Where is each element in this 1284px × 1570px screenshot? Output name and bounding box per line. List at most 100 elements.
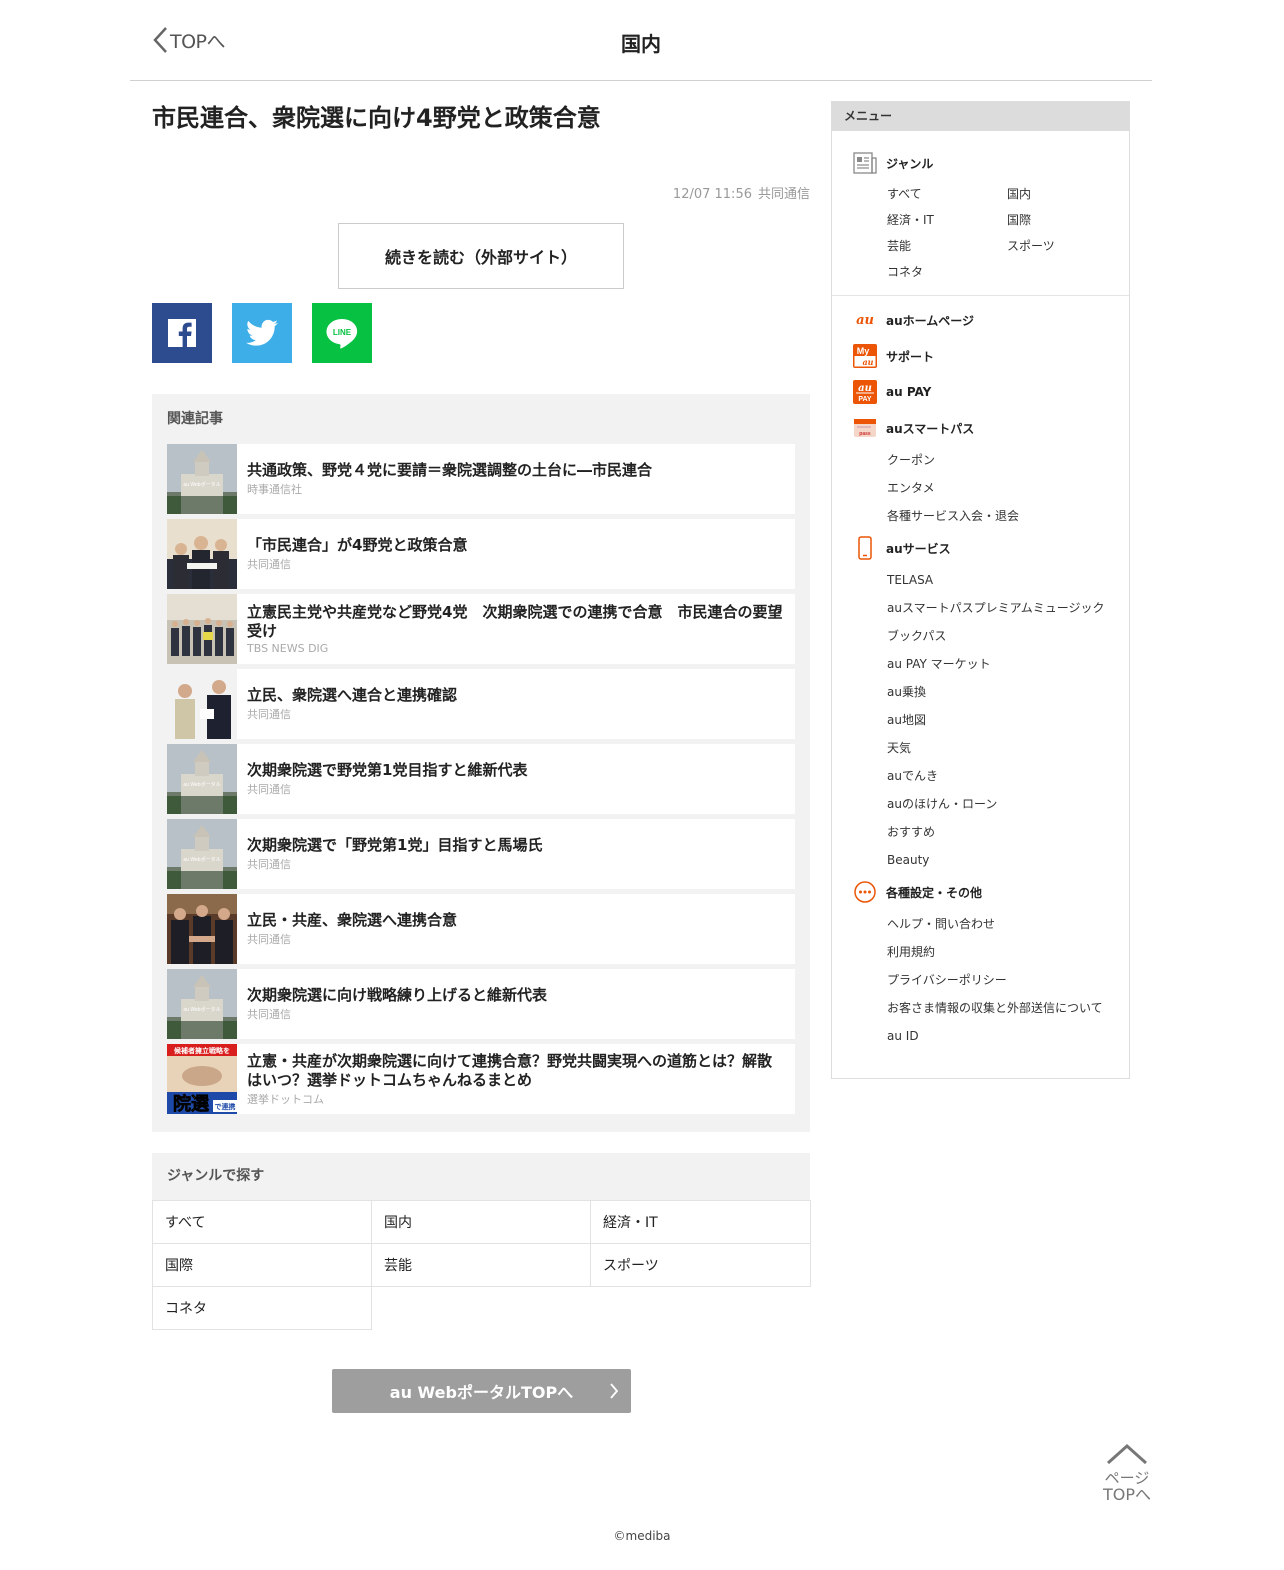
related-article-text: 次期衆院選で野党第1党目指すと維新代表 共同通信 bbox=[237, 744, 795, 814]
related-article-item[interactable]: 立民・共産、衆院選へ連携合意 共同通信 bbox=[167, 894, 795, 964]
chevron-right-icon bbox=[610, 1383, 619, 1399]
link-help[interactable]: ヘルプ・問い合わせ bbox=[887, 910, 1129, 938]
link-privacy[interactable]: プライバシーポリシー bbox=[887, 966, 1129, 994]
au-logo-text: au bbox=[856, 313, 874, 327]
related-article-source: 選挙ドットコム bbox=[247, 1092, 324, 1106]
related-article-title: 共通政策、野党４党に要請＝衆院選調整の土台に―市民連合 bbox=[247, 461, 653, 479]
twitter-share-button[interactable] bbox=[232, 303, 292, 363]
sidebar-settings-title: 各種設定・その他 bbox=[852, 874, 1129, 910]
thumb-overlay-text: au Webポータル bbox=[183, 1006, 220, 1013]
article-date: 12/07 11:56 bbox=[672, 187, 752, 202]
related-article-source: 共同通信 bbox=[247, 1008, 291, 1021]
portal-top-button[interactable]: au WebポータルTOPへ bbox=[332, 1369, 631, 1413]
related-article-title: 立憲・共産が次期衆院選に向けて連携合意？野党共闘実現への道筋とは？解散はいつ？選… bbox=[247, 1051, 773, 1089]
sidebar-genre-domestic[interactable]: 国内 bbox=[1007, 181, 1127, 207]
sidebar-genre-international[interactable]: 国際 bbox=[1007, 207, 1127, 233]
more-dots-icon bbox=[852, 879, 878, 905]
related-article-title: 次期衆院選で「野党第1党」目指すと馬場氏 bbox=[247, 836, 543, 854]
article-source: 共同通信 bbox=[757, 187, 810, 202]
line-icon: LINE bbox=[326, 319, 358, 349]
related-article-item[interactable]: 立民、衆院選へ連合と連携確認 共同通信 bbox=[167, 669, 795, 739]
read-more-button[interactable]: 続きを読む（外部サイト） bbox=[338, 223, 624, 289]
link-weather[interactable]: 天気 bbox=[887, 734, 1129, 762]
portal-top-label: au WebポータルTOPへ bbox=[389, 1383, 574, 1402]
sidebar-link-smartpass[interactable]: pass auスマートパス bbox=[852, 410, 1129, 446]
related-article-item[interactable]: au Webポータル 次期衆院選で「野党第1党」目指すと馬場氏 共同通信 bbox=[167, 819, 795, 889]
related-article-item[interactable]: au Webポータル 共通政策、野党４党に要請＝衆院選調整の土台に―市民連合時事通… bbox=[167, 444, 795, 514]
link-data-collection[interactable]: お客さま情報の収集と外部送信について bbox=[887, 994, 1129, 1022]
sidebar-link-support[interactable]: My au サポート bbox=[852, 338, 1129, 374]
genre-title-label: ジャンル bbox=[886, 156, 934, 171]
related-article-thumbnail: au Webポータル bbox=[167, 444, 237, 514]
my-au-text: My bbox=[857, 346, 870, 356]
related-article-item[interactable]: au Webポータル 次期衆院選に向け戦略練り上げると維新代表 共同通信 bbox=[167, 969, 795, 1039]
link-au-denki[interactable]: auでんき bbox=[887, 762, 1129, 790]
au-services-links: TELASA auスマートパスプレミアムミュージック ブックパス au PAY … bbox=[852, 566, 1129, 874]
link-au-id[interactable]: au ID bbox=[887, 1022, 1129, 1050]
genre-grid: すべて 国内 経済・IT 国際 芸能 スポーツ コネタ bbox=[152, 1200, 811, 1330]
genre-cell-international[interactable]: 国際 bbox=[152, 1243, 372, 1287]
related-article-item[interactable]: 「市民連合」が4野党と政策合意 共同通信 bbox=[167, 519, 795, 589]
genre-cell-sports[interactable]: スポーツ bbox=[590, 1243, 811, 1287]
related-article-source: 共同通信 bbox=[247, 858, 291, 871]
link-smartpass-premium-music[interactable]: auスマートパスプレミアムミュージック bbox=[887, 594, 1129, 622]
my-au-icon: My au bbox=[852, 343, 878, 369]
related-article-text: 立憲民主党や共産党など野党4党 次期衆院選での連携で合意 市民連合の要望受け TB… bbox=[237, 594, 795, 664]
facebook-share-button[interactable] bbox=[152, 303, 212, 363]
page-top-button[interactable]: ページ TOPへ bbox=[1100, 1442, 1154, 1504]
related-article-thumbnail: 候補者擁立戦略を 院選 で連携 bbox=[167, 1044, 237, 1114]
sidebar-genre-entertainment[interactable]: 芸能 bbox=[887, 233, 1007, 259]
sidebar-genre-list: すべて 国内 経済・IT 国際 芸能 スポーツ コネタ bbox=[852, 181, 1129, 285]
related-article-title: 立憲民主党や共産党など野党4党 次期衆院選での連携で合意 市民連合の要望受け bbox=[247, 603, 783, 640]
sidebar-services-section: au auホームページ My au サポート au PAY au PAY pass … bbox=[832, 296, 1129, 1060]
link-beauty[interactable]: Beauty bbox=[887, 846, 1129, 874]
related-article-item[interactable]: 候補者擁立戦略を 院選 で連携 立憲・共産が次期衆院選に向けて連携合意？野党共闘実現へ… bbox=[167, 1044, 795, 1114]
link-bookpass[interactable]: ブックパス bbox=[887, 622, 1129, 650]
sidebar-link-homepage[interactable]: au auホームページ bbox=[852, 302, 1129, 338]
related-article-text: 立憲・共産が次期衆院選に向けて連携合意？野党共闘実現への道筋とは？解散はいつ？選… bbox=[237, 1044, 795, 1114]
related-article-text: 「市民連合」が4野党と政策合意 共同通信 bbox=[237, 519, 795, 589]
line-share-button[interactable]: LINE bbox=[312, 303, 372, 363]
link-service-join[interactable]: 各種サービス入会・退会 bbox=[887, 502, 1129, 530]
link-au-transit[interactable]: au乗換 bbox=[887, 678, 1129, 706]
article-meta: 12/07 11:56 共同通信 bbox=[673, 183, 810, 202]
related-article-item[interactable]: 立憲民主党や共産党など野党4党 次期衆院選での連携で合意 市民連合の要望受け TB… bbox=[167, 594, 795, 664]
related-article-item[interactable]: au Webポータル 次期衆院選で野党第1党目指すと維新代表 共同通信 bbox=[167, 744, 795, 814]
sidebar-genre-sports[interactable]: スポーツ bbox=[1007, 233, 1127, 259]
related-article-text: 立民・共産、衆院選へ連携合意 共同通信 bbox=[237, 894, 795, 964]
sidebar-genre-economy[interactable]: 経済・IT bbox=[887, 207, 1007, 233]
related-article-source: 時事通信社 bbox=[247, 483, 302, 496]
link-terms[interactable]: 利用規約 bbox=[887, 938, 1129, 966]
related-articles: 関連記事 au Webポータル 共通政策、野党４党に要請＝衆院選調整の土台に―市民… bbox=[152, 394, 810, 1132]
link-coupon[interactable]: クーポン bbox=[887, 446, 1129, 474]
link-telasa[interactable]: TELASA bbox=[887, 566, 1129, 594]
sidebar-link-aupay[interactable]: au PAY au PAY bbox=[852, 374, 1129, 410]
link-entame[interactable]: エンタメ bbox=[887, 474, 1129, 502]
genre-cell-koneta[interactable]: コネタ bbox=[152, 1286, 372, 1330]
settings-links: ヘルプ・問い合わせ 利用規約 プライバシーポリシー お客さま情報の収集と外部送信… bbox=[852, 910, 1129, 1050]
sidebar-genre-koneta[interactable]: コネタ bbox=[887, 259, 1007, 285]
related-article-thumbnail bbox=[167, 669, 237, 739]
link-aupay-market[interactable]: au PAY マーケット bbox=[887, 650, 1129, 678]
related-article-text: 次期衆院選で「野党第1党」目指すと馬場氏共同通信 bbox=[237, 819, 795, 889]
sidebar-genre-section: ジャンル すべて 国内 経済・IT 国際 芸能 スポーツ コネタ bbox=[832, 131, 1129, 295]
aupay-label: au PAY bbox=[886, 385, 932, 399]
support-label: サポート bbox=[886, 349, 935, 364]
homepage-label: auホームページ bbox=[886, 313, 975, 328]
genre-cell-domestic[interactable]: 国内 bbox=[371, 1200, 591, 1244]
thumb-senkyo-tag: で連携 bbox=[215, 1102, 236, 1111]
link-au-map[interactable]: au地図 bbox=[887, 706, 1129, 734]
genre-cell-all[interactable]: すべて bbox=[152, 1200, 372, 1244]
link-recommend[interactable]: おすすめ bbox=[887, 818, 1129, 846]
related-article-title: 立民・共産、衆院選へ連携合意 bbox=[247, 911, 458, 929]
sidebar-genre-all[interactable]: すべて bbox=[887, 181, 1007, 207]
genre-heading: ジャンルで探す bbox=[152, 1153, 810, 1200]
article-title: 市民連合、衆院選に向け4野党と政策合意 bbox=[152, 104, 601, 132]
related-list: au Webポータル 共通政策、野党４党に要請＝衆院選調整の土台に―市民連合 時事通… bbox=[167, 444, 795, 1114]
link-au-insurance-loan[interactable]: auのほけん・ローン bbox=[887, 790, 1129, 818]
genre-cell-economy[interactable]: 経済・IT bbox=[590, 1200, 811, 1244]
settings-label: 各種設定・その他 bbox=[886, 885, 983, 900]
genre-cell-entertainment[interactable]: 芸能 bbox=[371, 1243, 591, 1287]
thumb-overlay-text: au Webポータル bbox=[183, 781, 220, 788]
article-main: 市民連合、衆院選に向け4野党と政策合意 12/07 11:56 共同通信 続きを読… bbox=[152, 100, 811, 1413]
